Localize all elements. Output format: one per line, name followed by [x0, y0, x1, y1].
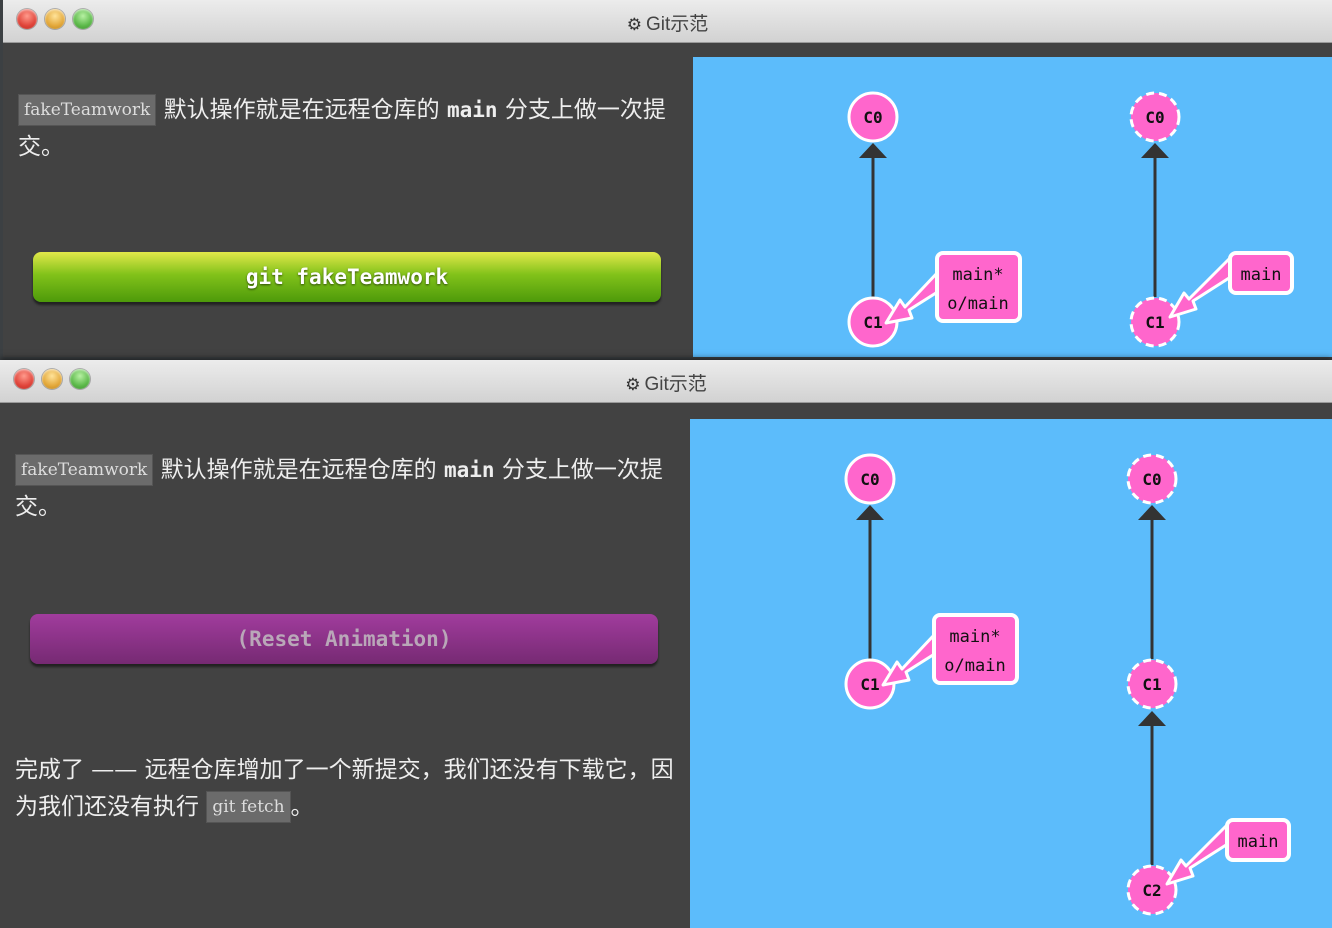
branch-text: main*: [949, 627, 1000, 647]
demo-window-1: ⚙ Git示范 fakeTeamwork 默认操作就是在远程仓库的 main 分支…: [3, 0, 1332, 357]
branch-text: main: [1241, 265, 1282, 285]
instructions-panel: fakeTeamwork 默认操作就是在远程仓库的 main 分支上做一次提交。…: [0, 402, 690, 928]
commit-label: C1: [863, 313, 882, 332]
commit-label: C0: [1142, 470, 1161, 489]
demo-window-2: ⚙ Git示范 fakeTeamwork 默认操作就是在远程仓库的 main 分支…: [0, 360, 1332, 928]
commit-label: C0: [1145, 108, 1164, 127]
git-tree-svg: C0 C1 main* o/main C0 C1 main: [847, 91, 1294, 348]
description-text: fakeTeamwork 默认操作就是在远程仓库的 main 分支上做一次提交。: [15, 452, 680, 526]
local-repo-tree: C0 C1 main* o/main: [844, 453, 1019, 710]
command-code: fakeTeamwork: [15, 454, 154, 486]
git-visualization-canvas: C0 C1 main* o/main C0 C1 main: [693, 57, 1332, 357]
run-command-button[interactable]: git fakeTeamwork: [33, 252, 661, 302]
instructions-panel: fakeTeamwork 默认操作就是在远程仓库的 main 分支上做一次提交。…: [3, 42, 693, 357]
branch-text: main*: [952, 265, 1003, 285]
remote-repo-tree: C0 C1 C2 main: [1126, 453, 1291, 916]
git-visualization-canvas: C0 C1 main* o/main C0 C1 C2 main: [690, 419, 1332, 928]
commit-label: C2: [1142, 881, 1161, 900]
edge-arrowhead: [1141, 143, 1169, 158]
commit-label: C1: [1142, 675, 1161, 694]
branch-text: o/main: [947, 294, 1008, 314]
edge-arrowhead: [1138, 505, 1166, 520]
branch-text: o/main: [944, 656, 1005, 676]
window-title: ⚙ Git示范: [625, 374, 707, 395]
gear-icon: ⚙: [626, 15, 642, 34]
branch-name: main: [443, 458, 495, 482]
commit-label: C1: [1145, 313, 1164, 332]
reset-animation-button[interactable]: (Reset Animation): [30, 614, 658, 664]
command-code: git fetch: [206, 791, 291, 823]
edge-arrowhead: [859, 143, 887, 158]
gear-icon: ⚙: [625, 375, 641, 394]
remote-repo-tree: C0 C1 main: [1129, 91, 1294, 348]
edge-arrowhead: [1138, 711, 1166, 726]
commit-label: C0: [860, 470, 879, 489]
branch-text: main: [1238, 832, 1279, 852]
commit-label: C1: [860, 675, 879, 694]
command-code: fakeTeamwork: [18, 94, 157, 126]
description-text: fakeTeamwork 默认操作就是在远程仓库的 main 分支上做一次提交。: [18, 92, 683, 166]
git-tree-svg: C0 C1 main* o/main C0 C1 C2 main: [844, 453, 1291, 916]
title-bar: ⚙ Git示范: [3, 0, 1332, 43]
commit-label: C0: [863, 108, 882, 127]
title-bar: ⚙ Git示范: [0, 360, 1332, 403]
local-repo-tree: C0 C1 main* o/main: [847, 91, 1022, 348]
branch-name: main: [446, 98, 498, 122]
result-note-text: 完成了 —— 远程仓库增加了一个新提交，我们还没有下载它，因为我们还没有执行 g…: [15, 752, 680, 826]
edge-arrowhead: [856, 505, 884, 520]
window-title: ⚙ Git示范: [626, 14, 709, 35]
